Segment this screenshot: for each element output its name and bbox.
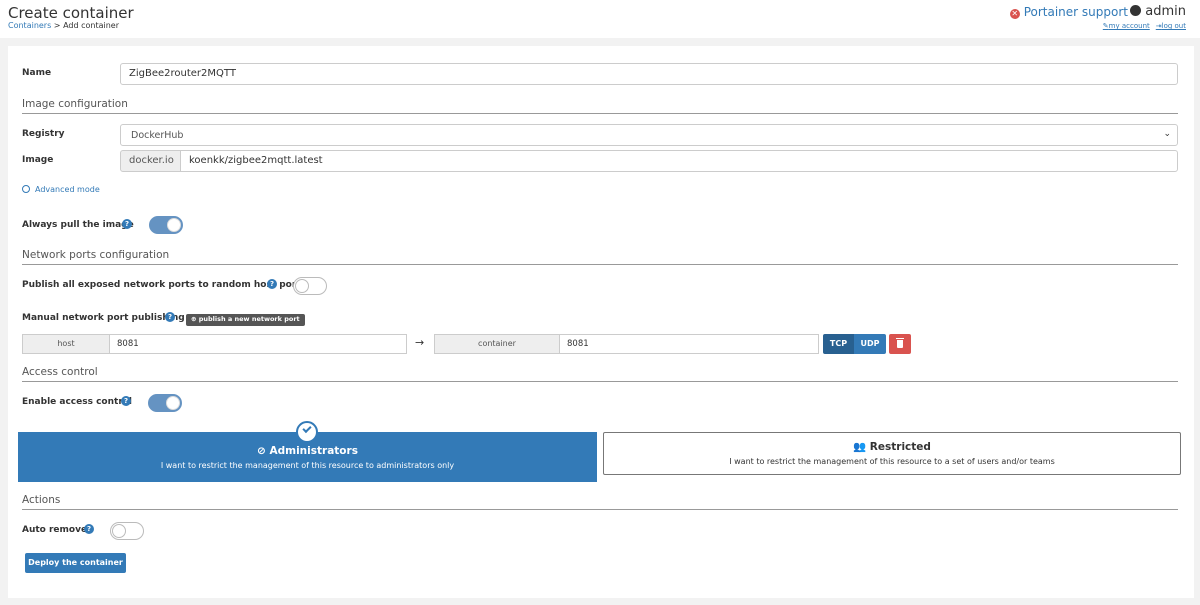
section-access-control: Access control: [22, 366, 1178, 382]
publish-new-port-button[interactable]: ⊕ publish a new network port: [186, 314, 305, 326]
restricted-option[interactable]: 👥 Restricted I want to restrict the mana…: [603, 432, 1181, 475]
breadcrumb-separator: >: [51, 21, 64, 30]
section-network-ports: Network ports configuration: [22, 249, 1178, 265]
administrators-title: ⊘ Administrators: [18, 445, 597, 457]
chevron-down-icon: ⌄: [1163, 129, 1171, 139]
users-icon: 👥: [853, 441, 867, 453]
toggle-knob: [112, 524, 126, 538]
container-port-input[interactable]: 8081: [559, 334, 819, 354]
administrators-description: I want to restrict the management of thi…: [160, 461, 455, 470]
top-bar: Create container Containers > Add contai…: [0, 0, 1200, 38]
advanced-mode-link[interactable]: Advanced mode: [22, 185, 100, 194]
portainer-support-link[interactable]: ✕ Portainer support: [1009, 5, 1128, 19]
support-label: Portainer support: [1023, 5, 1128, 19]
always-pull-label: Always pull the image: [22, 220, 134, 230]
deploy-button[interactable]: Deploy the container: [25, 553, 126, 573]
user-links: ✎my account ⇥log out: [1097, 22, 1186, 30]
create-container-form: Name ZigBee2router2MQTT Image configurat…: [8, 46, 1194, 598]
my-account-label: my account: [1108, 22, 1150, 30]
breadcrumb-containers-link[interactable]: Containers: [8, 21, 51, 30]
auto-remove-label: Auto remove: [22, 525, 88, 535]
breadcrumb-current: Add container: [63, 21, 119, 30]
restricted-title: 👥 Restricted: [604, 440, 1180, 453]
question-icon[interactable]: ?: [121, 396, 131, 406]
selected-check-icon: [296, 421, 318, 443]
log-out-link[interactable]: ⇥log out: [1156, 22, 1186, 30]
publish-new-port-label: publish a new network port: [198, 315, 300, 323]
auto-remove-toggle[interactable]: [110, 522, 144, 540]
enable-access-label: Enable access control: [22, 397, 133, 407]
page-title: Create container: [8, 4, 134, 22]
username: admin: [1145, 4, 1186, 19]
enable-access-toggle[interactable]: [148, 394, 182, 412]
restricted-title-text: Restricted: [869, 441, 931, 453]
section-actions: Actions: [22, 494, 1178, 510]
name-label: Name: [22, 68, 52, 78]
check-mark: [302, 423, 312, 434]
registry-select[interactable]: DockerHub ⌄: [120, 124, 1178, 146]
trash-icon-body: [897, 340, 903, 348]
support-icon: ✕: [1009, 9, 1020, 19]
restricted-description: I want to restrict the management of thi…: [729, 457, 1055, 466]
user-menu[interactable]: admin: [1130, 4, 1186, 19]
remove-port-button[interactable]: [889, 334, 911, 354]
question-icon[interactable]: ?: [165, 312, 175, 322]
toggle-knob: [166, 396, 180, 410]
user-circle-icon: [1130, 5, 1142, 16]
name-input[interactable]: ZigBee2router2MQTT: [120, 63, 1178, 85]
container-port-addon: container: [434, 334, 560, 354]
always-pull-toggle[interactable]: [149, 216, 183, 234]
registry-label: Registry: [22, 129, 65, 139]
log-out-label: log out: [1161, 22, 1186, 30]
section-image-configuration: Image configuration: [22, 98, 1178, 114]
plus-circle-icon: ⊕: [191, 315, 197, 323]
image-input[interactable]: koenkk/zigbee2mqtt.latest: [180, 150, 1178, 172]
tcp-button[interactable]: TCP: [823, 334, 854, 354]
trash-icon: [896, 338, 904, 339]
host-port-input[interactable]: 8081: [109, 334, 407, 354]
my-account-link[interactable]: ✎my account: [1103, 22, 1150, 30]
toggle-knob: [167, 218, 181, 232]
globe-icon: [22, 185, 30, 193]
publish-all-toggle[interactable]: [293, 277, 327, 295]
image-registry-prefix: docker.io: [120, 150, 181, 172]
question-icon[interactable]: ?: [84, 524, 94, 534]
host-port-addon: host: [22, 334, 110, 354]
manual-publish-label: Manual network port publishing: [22, 313, 185, 323]
registry-value: DockerHub: [131, 130, 184, 141]
question-icon[interactable]: ?: [122, 219, 132, 229]
toggle-knob: [295, 279, 309, 293]
udp-button[interactable]: UDP: [854, 334, 886, 354]
image-label: Image: [22, 155, 54, 165]
advanced-mode-label: Advanced mode: [35, 185, 100, 194]
question-icon[interactable]: ?: [267, 279, 277, 289]
breadcrumb: Containers > Add container: [8, 21, 119, 30]
administrators-title-text: Administrators: [269, 445, 358, 457]
eye-slash-icon: ⊘: [257, 445, 266, 457]
long-arrow-right-icon: →: [415, 336, 425, 349]
publish-all-label: Publish all exposed network ports to ran…: [22, 280, 306, 290]
